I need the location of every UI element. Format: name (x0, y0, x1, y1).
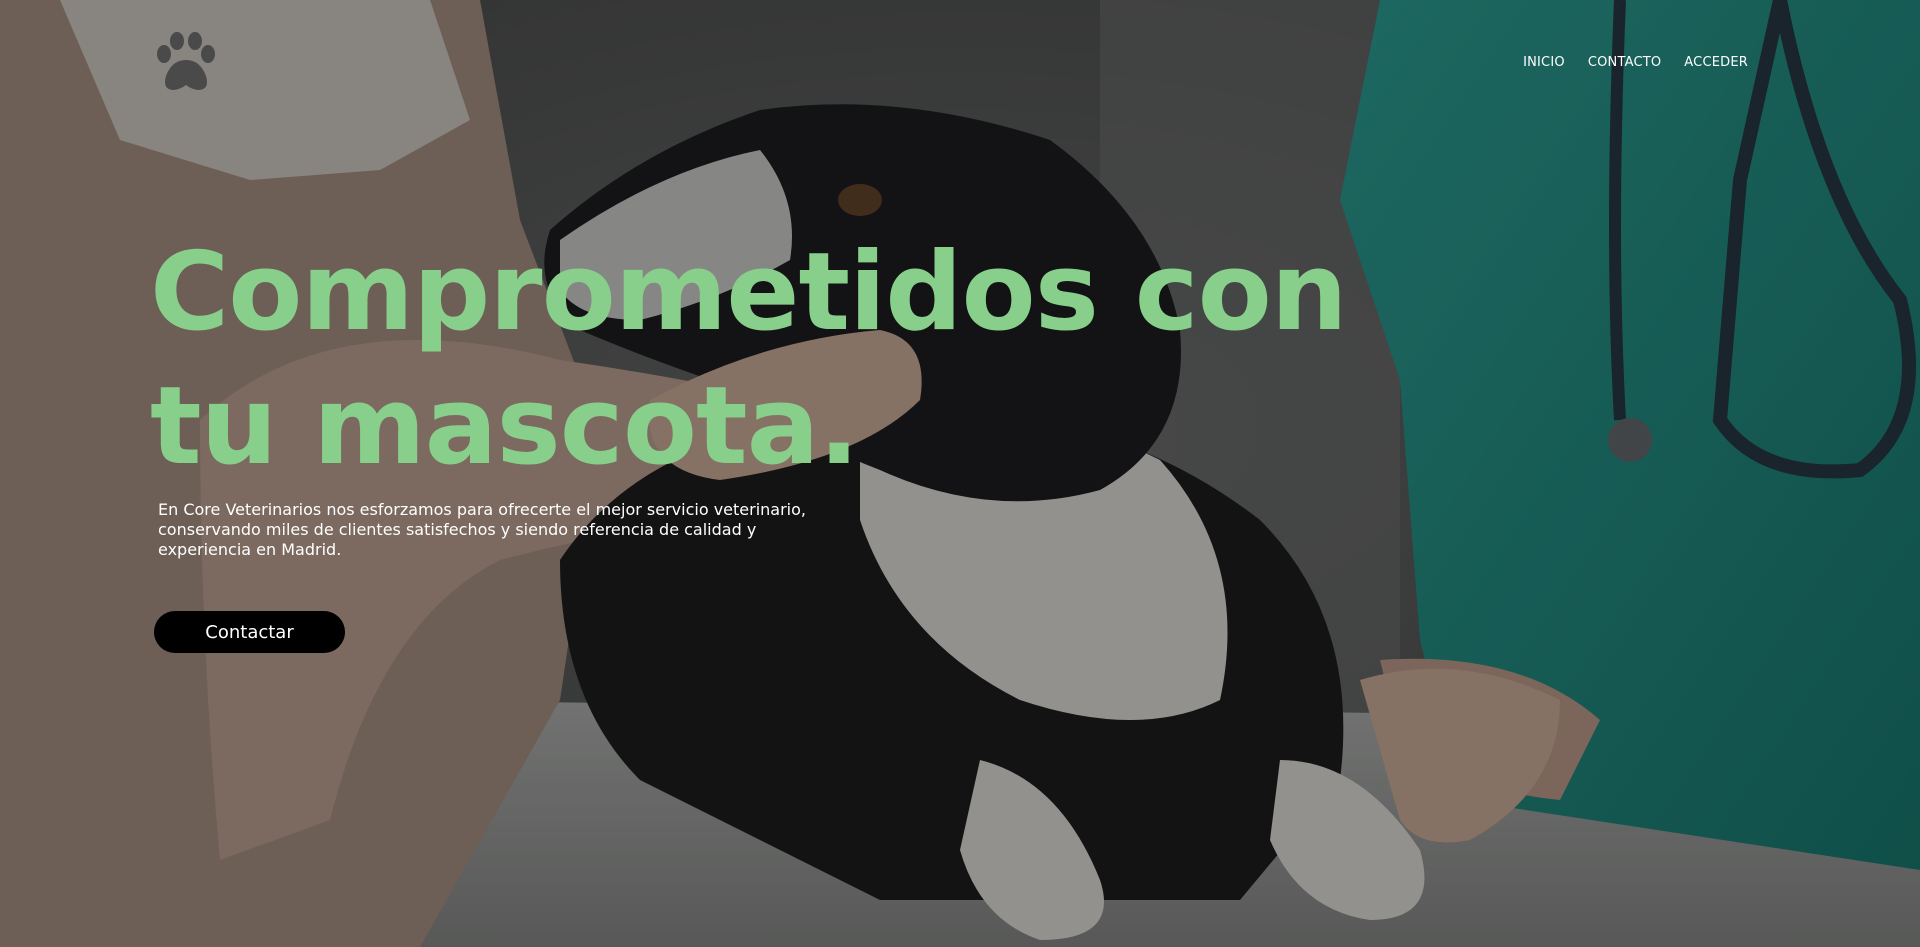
paw-icon[interactable] (150, 28, 222, 96)
hero-description: En Core Veterinarios nos esforzamos para… (158, 500, 806, 559)
main-navigation: INICIO CONTACTO ACCEDER (1523, 54, 1748, 72)
hero-section: INICIO CONTACTO ACCEDER Comprometidos co… (0, 0, 1920, 947)
nav-link-contacto[interactable]: CONTACTO (1588, 54, 1661, 72)
hero-headline: Comprometidos con tu mascota. (150, 230, 1348, 489)
contact-button[interactable]: Contactar (154, 611, 345, 653)
nav-link-inicio[interactable]: INICIO (1523, 54, 1565, 72)
nav-link-acceder[interactable]: ACCEDER (1684, 54, 1748, 72)
